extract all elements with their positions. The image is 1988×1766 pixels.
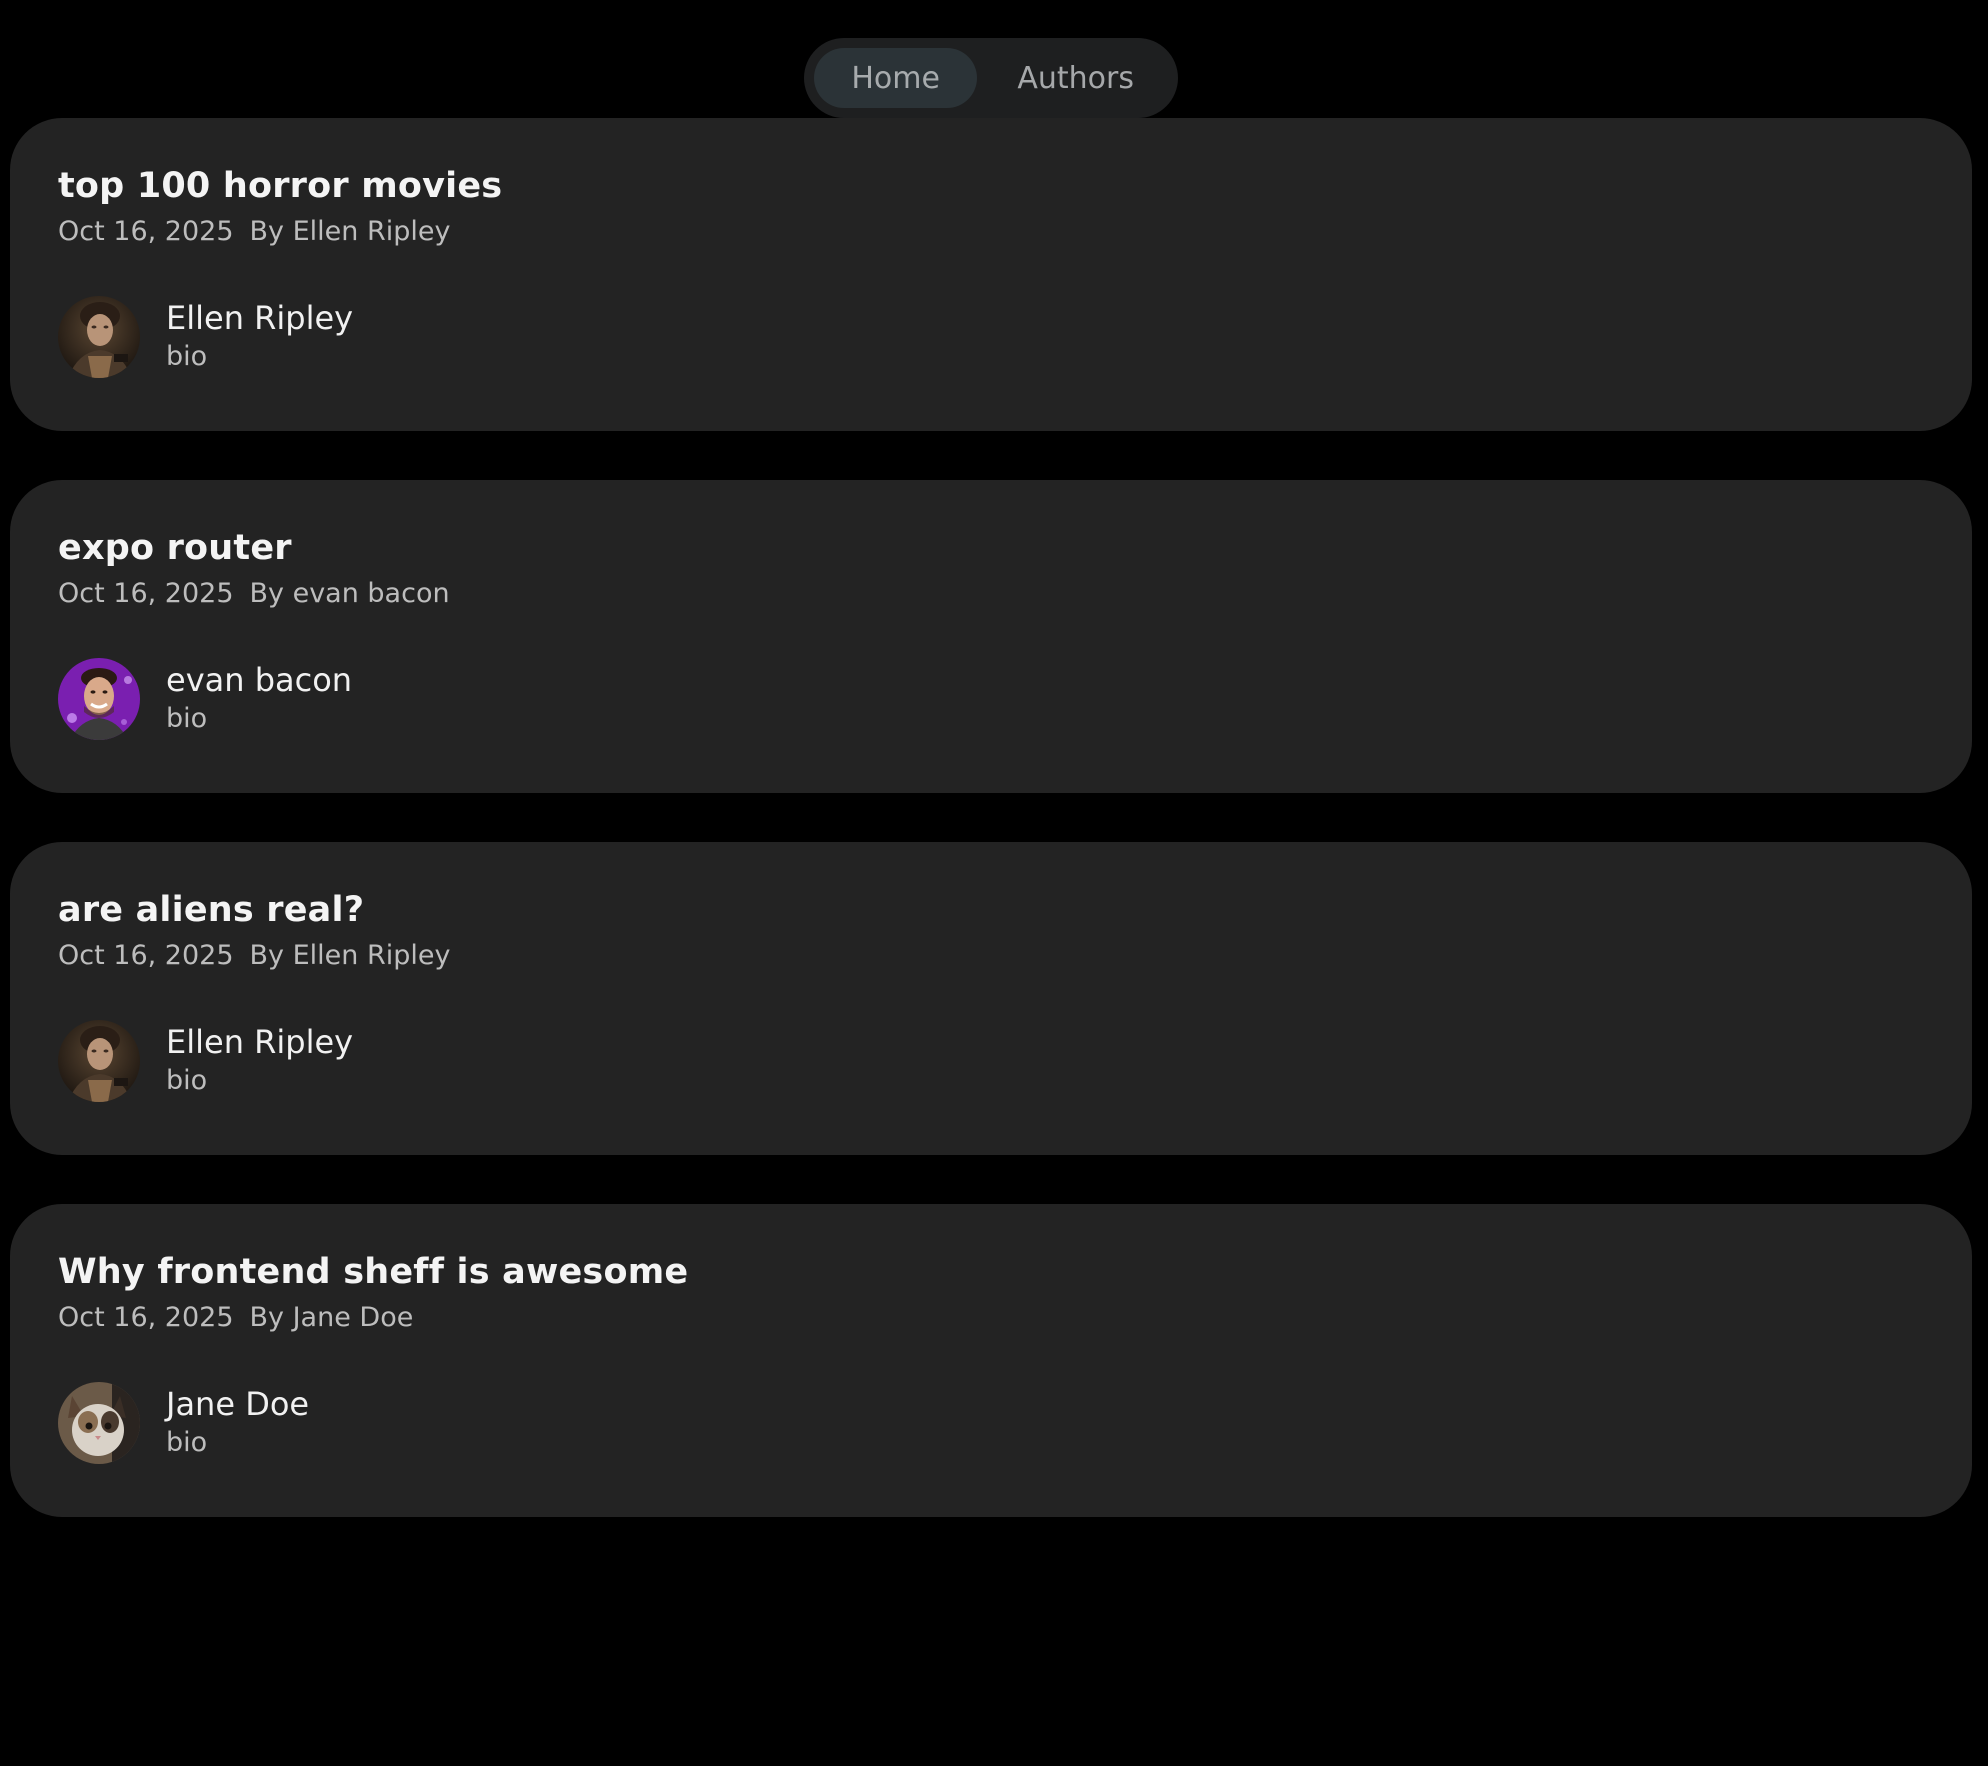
- page: Home Authors top 100 horror movies Oct 1…: [0, 0, 1988, 1766]
- evan-bacon-avatar: [58, 658, 140, 740]
- post-meta: Oct 16, 2025 By Ellen Ripley: [58, 938, 1924, 974]
- post-list: top 100 horror movies Oct 16, 2025 By El…: [10, 118, 1972, 1566]
- post-meta: Oct 16, 2025 By evan bacon: [58, 576, 1924, 612]
- post-title: are aliens real?: [58, 890, 365, 930]
- post-meta: Oct 16, 2025 By Jane Doe: [58, 1300, 1924, 1336]
- author-info: Ellen Ripley bio: [166, 298, 353, 376]
- tab-authors[interactable]: Authors: [983, 48, 1168, 108]
- author-bio: bio: [166, 1427, 208, 1458]
- author-row[interactable]: Jane Doe bio: [58, 1382, 1924, 1464]
- post-meta: Oct 16, 2025 By Ellen Ripley: [58, 214, 1924, 250]
- post-date: Oct 16, 2025: [58, 940, 234, 971]
- author-row[interactable]: Ellen Ripley bio: [58, 1020, 1924, 1102]
- tab-switcher: Home Authors: [804, 38, 1178, 118]
- author-info: Jane Doe bio: [166, 1384, 309, 1462]
- author-bio: bio: [166, 341, 208, 372]
- post-title: Why frontend sheff is awesome: [58, 1252, 689, 1292]
- author-name: Ellen Ripley: [166, 299, 354, 337]
- author-name: Ellen Ripley: [166, 1023, 354, 1061]
- tab-home[interactable]: Home: [814, 48, 978, 108]
- jane-doe-avatar: [58, 1382, 140, 1464]
- post-byline: By Jane Doe: [249, 1302, 414, 1333]
- ellen-ripley-avatar: [58, 296, 140, 378]
- author-name: evan bacon: [166, 661, 353, 699]
- post-title: expo router: [58, 528, 292, 568]
- post-byline: By Ellen Ripley: [249, 216, 451, 247]
- post-card[interactable]: are aliens real? Oct 16, 2025 By Ellen R…: [10, 842, 1972, 1155]
- author-row[interactable]: evan bacon bio: [58, 658, 1924, 740]
- post-byline: By Ellen Ripley: [249, 940, 451, 971]
- post-card[interactable]: expo router Oct 16, 2025 By evan bacon e…: [10, 480, 1972, 793]
- author-info: evan bacon bio: [166, 660, 352, 738]
- post-title: top 100 horror movies: [58, 166, 503, 206]
- author-bio: bio: [166, 1065, 208, 1096]
- post-card[interactable]: top 100 horror movies Oct 16, 2025 By El…: [10, 118, 1972, 431]
- author-bio: bio: [166, 703, 208, 734]
- ellen-ripley-avatar: [58, 1020, 140, 1102]
- post-date: Oct 16, 2025: [58, 216, 234, 247]
- author-info: Ellen Ripley bio: [166, 1022, 353, 1100]
- post-date: Oct 16, 2025: [58, 1302, 234, 1333]
- author-name: Jane Doe: [166, 1385, 310, 1423]
- author-row[interactable]: Ellen Ripley bio: [58, 296, 1924, 378]
- post-card[interactable]: Why frontend sheff is awesome Oct 16, 20…: [10, 1204, 1972, 1517]
- post-byline: By evan bacon: [249, 578, 450, 609]
- post-date: Oct 16, 2025: [58, 578, 234, 609]
